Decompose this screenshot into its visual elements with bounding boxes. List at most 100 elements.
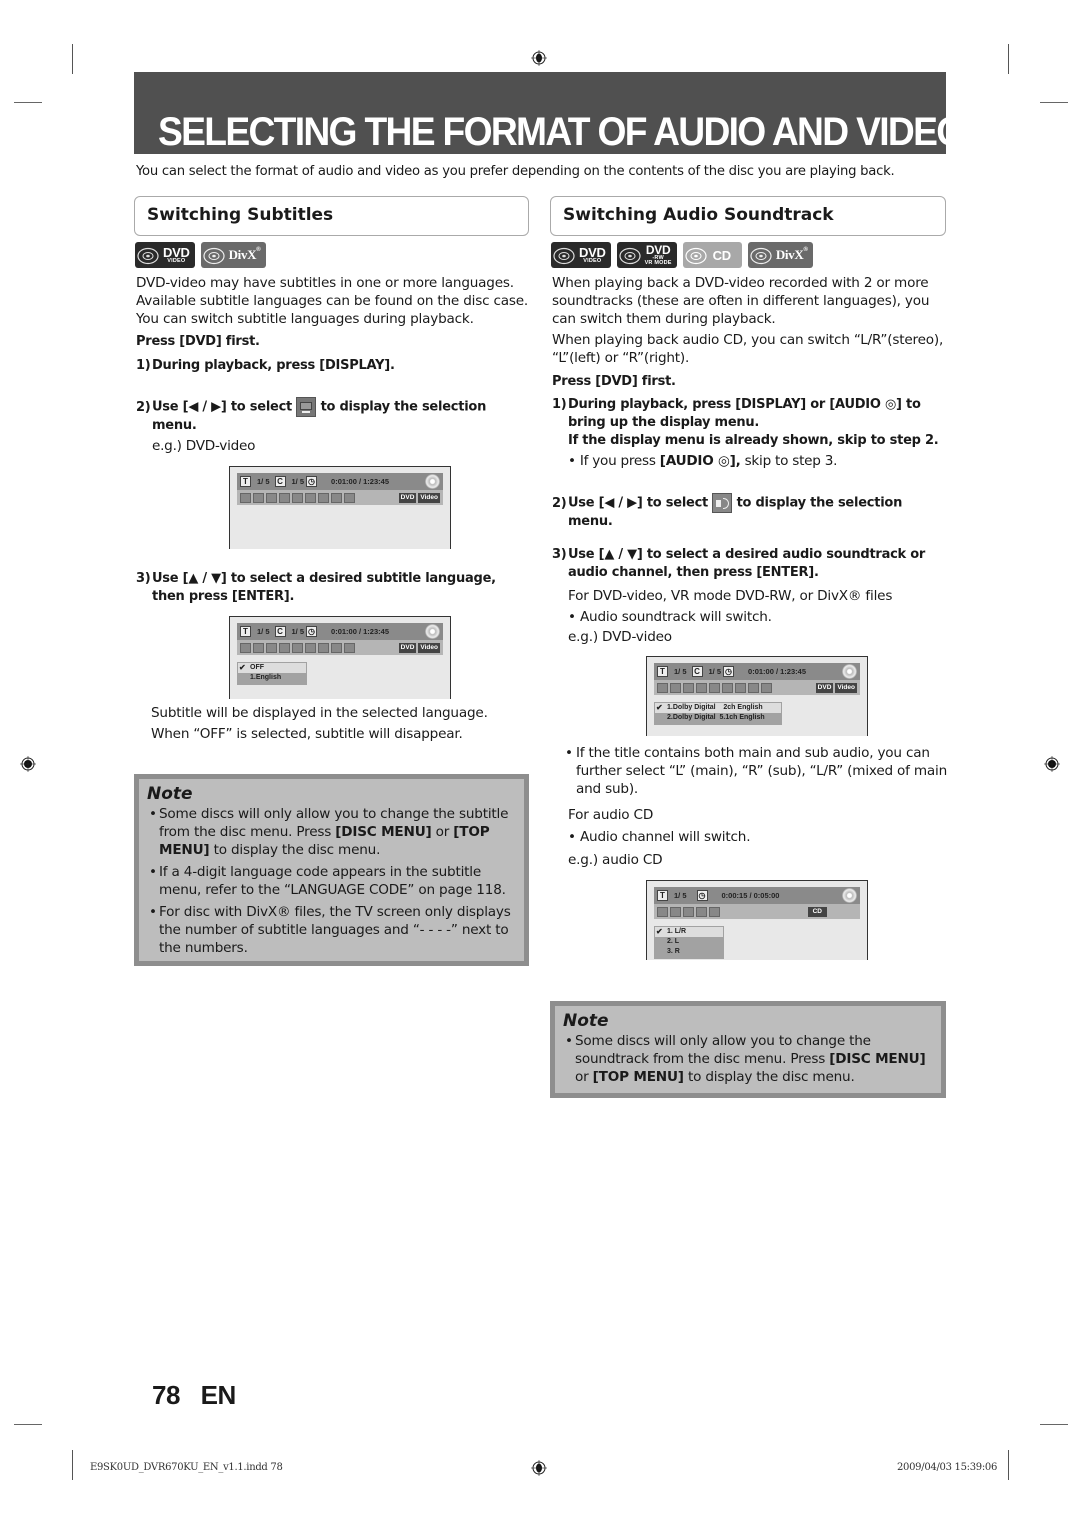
disc-badges-subtitles: DVD VIDEO DivX ®	[135, 242, 266, 268]
disc-icon	[553, 247, 575, 265]
checkmark-icon: ✔	[656, 703, 663, 712]
disc-icon	[618, 247, 641, 265]
example-label: e.g.) DVD-video	[152, 438, 256, 454]
osd-audio-list: ✔ 1.Dolby Digital 2ch English 2.Dolby Dig…	[654, 702, 782, 725]
subtitle-icon	[266, 492, 277, 503]
osd-status-bar: T 1/ 5 ◷ 0:00:15 / 0:05:00	[654, 887, 860, 904]
marker-icon	[305, 642, 316, 653]
registration-mark-icon	[1044, 756, 1060, 772]
section-heading-subtitles: Switching Subtitles	[134, 196, 529, 236]
list-item[interactable]: 3. R	[655, 947, 723, 957]
marker-icon	[305, 492, 316, 503]
note-box-audio: Note Some discs will only allow you to c…	[550, 1001, 946, 1098]
search-icon	[240, 492, 251, 503]
osd-screen-audio-dvd: T 1/ 5 C 1/ 5 ◷ 0:01:00 / 1:23:45 DVD Video…	[646, 656, 868, 736]
note-item: Some discs will only allow you to change…	[563, 1032, 933, 1086]
badge-divx: DivX ®	[747, 242, 813, 268]
osd-icon-bar: DVD Video	[237, 640, 443, 655]
note-title: Note	[563, 1011, 609, 1031]
audio-icon	[712, 493, 733, 513]
badge-divx: DivX ®	[200, 242, 266, 268]
section-heading-audio: Switching Audio Soundtrack	[550, 196, 946, 236]
badge-dvd-video: DVD VIDEO	[135, 242, 195, 268]
disc-icon	[685, 247, 707, 265]
audio-step-1: 1) During playback, press [DISPLAY] or […	[552, 396, 948, 470]
noise-reduction-icon	[318, 642, 329, 653]
angle-icon	[279, 642, 290, 653]
noise-reduction-icon	[735, 682, 746, 693]
angle-icon	[279, 492, 290, 503]
audio-description-1: When playing back a DVD-video recorded w…	[552, 275, 930, 327]
note-bullet: • If you press [AUDIO ◎], skip to step 3…	[568, 453, 838, 469]
subtitles-description: DVD-video may have subtitles in one or m…	[136, 275, 529, 327]
audio-example-dvd: e.g.) DVD-video	[568, 629, 672, 645]
surround-icon	[761, 682, 772, 693]
audio-icon	[670, 682, 681, 693]
audio-press-first: Press [DVD] first.	[552, 374, 676, 389]
osd-subtitle-list: ✔ OFF 1.English	[237, 662, 307, 685]
audio-bullet-main-sub: • If the title contains both main and sub…	[565, 745, 948, 797]
list-item[interactable]: 2. L	[655, 937, 723, 947]
repeat-icon	[709, 682, 720, 693]
note-box-subtitles: Note Some discs will only allow you to c…	[134, 774, 529, 966]
list-item[interactable]: 1.English	[238, 673, 306, 683]
note-title: Note	[147, 784, 193, 804]
badge-dvd-video: DVD VIDEO	[551, 242, 611, 268]
crop-mark	[1008, 44, 1009, 74]
marker-icon	[722, 682, 733, 693]
angle-icon	[696, 682, 707, 693]
registration-mark-icon	[531, 1460, 547, 1476]
surround-icon	[344, 492, 355, 503]
disc-icon	[750, 247, 772, 265]
subtitles-press-first: Press [DVD] first.	[136, 334, 260, 349]
crop-mark	[14, 102, 42, 103]
page-title: SELECTING THE FORMAT OF AUDIO AND VIDEO	[158, 110, 965, 154]
list-item[interactable]: ✔ 1.Dolby Digital 2ch English	[655, 703, 781, 713]
surround-icon	[344, 642, 355, 653]
repeat-icon	[683, 906, 694, 917]
repeat-icon	[292, 492, 303, 503]
subtitle-icon	[266, 642, 277, 653]
note-item: If a 4-digit language code appears in th…	[147, 863, 516, 899]
crop-mark	[1040, 102, 1068, 103]
note-item: For disc with DivX® files, the TV screen…	[147, 903, 516, 957]
badge-cd: CD	[682, 242, 742, 268]
search-icon	[240, 642, 251, 653]
disc-icon	[202, 247, 225, 265]
osd-icon-bar: DVD Video	[237, 490, 443, 505]
osd-screen-audio-cd: T 1/ 5 ◷ 0:00:15 / 0:05:00 CD ✔ 1. L/R 2. …	[646, 880, 868, 960]
list-item[interactable]: ✔ OFF	[238, 663, 306, 673]
audio-icon	[670, 906, 681, 917]
search-icon	[657, 906, 668, 917]
audio-step-3: 3) Use [▲ / ▼] to select a desired audio …	[552, 547, 926, 580]
noise-reduction-icon	[318, 492, 329, 503]
subtitles-step-3: 3) Use [▲ / ▼] to select a desired subtit…	[136, 571, 496, 604]
zoom-icon	[748, 682, 759, 693]
crop-mark	[1008, 1450, 1009, 1480]
audio-step-2: 2) Use [◀ / ▶] to select to display the s…	[552, 493, 948, 531]
list-item[interactable]: 2.Dolby Digital 5.1ch English	[655, 713, 781, 723]
footer-filename: E9SK0UD_DVR670KU_EN_v1.1.indd 78	[90, 1462, 283, 1473]
osd-channel-list: ✔ 1. L/R 2. L 3. R	[654, 926, 724, 959]
audio-bullet-channel: • Audio channel will switch.	[568, 829, 751, 845]
audio-icon	[253, 492, 264, 503]
audio-description-2: When playing back audio CD, you can swit…	[552, 332, 944, 366]
search-icon	[657, 682, 668, 693]
clock-icon: ◷	[306, 476, 318, 487]
list-item[interactable]: ✔ 1. L/R	[655, 927, 723, 937]
subtitles-result-2: When “OFF” is selected, subtitle will di…	[151, 726, 463, 742]
crop-mark	[72, 1450, 73, 1480]
note-item: Some discs will only allow you to change…	[147, 805, 516, 859]
disc-icon	[425, 624, 440, 639]
crop-mark	[14, 1424, 42, 1425]
registration-mark-icon	[20, 756, 36, 772]
repeat-icon	[292, 642, 303, 653]
clock-icon: ◷	[306, 626, 318, 637]
subtitles-step-2: 2) Use [◀ / ▶] to select to display the s…	[136, 397, 531, 455]
audio-for-cd: For audio CD	[568, 807, 654, 823]
intro-text: You can select the format of audio and v…	[136, 164, 895, 179]
clock-icon: ◷	[723, 666, 735, 677]
footer-timestamp: 2009/04/03 15:39:06	[897, 1462, 998, 1473]
disc-badges-audio: DVD VIDEO DVD -RW VR MODE CD DivX ®	[551, 242, 813, 268]
osd-icon-bar: CD	[654, 904, 860, 919]
